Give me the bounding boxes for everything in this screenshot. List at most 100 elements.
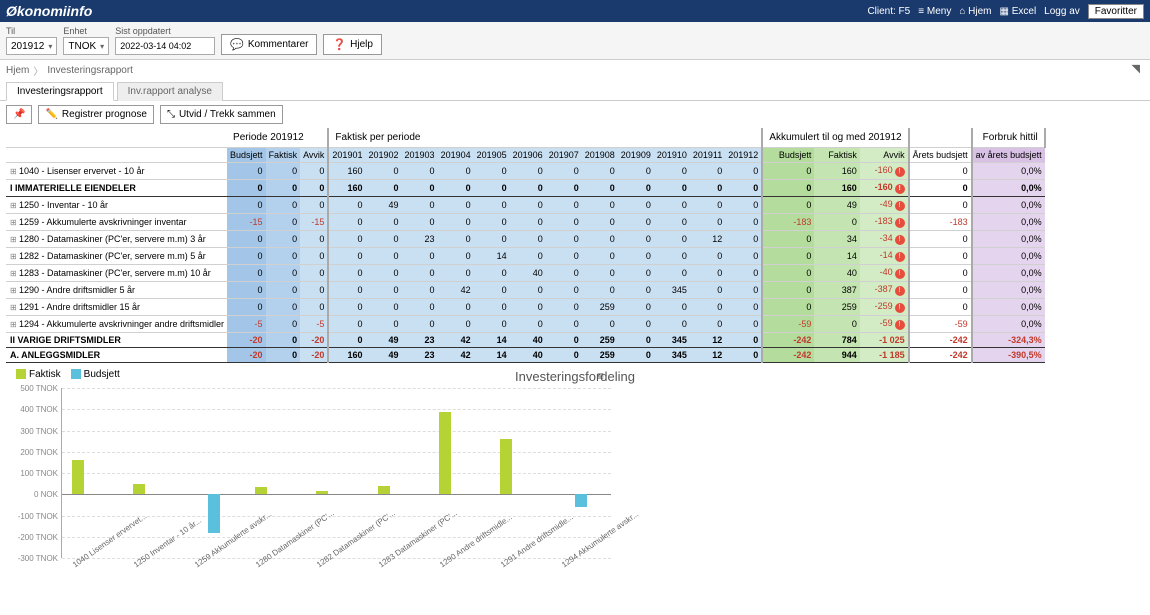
group-forbruk: Forbruk hittil bbox=[972, 128, 1045, 148]
table-row[interactable]: 1291 - Andre driftsmidler 15 år000000000… bbox=[6, 299, 1045, 316]
row-label[interactable]: 1283 - Datamaskiner (PC'er, servere m.m)… bbox=[6, 265, 227, 282]
col-header: 201901 bbox=[328, 148, 365, 163]
alert-dot-icon: ! bbox=[895, 235, 905, 245]
chart-title: Investeringsfordeling bbox=[6, 369, 1144, 384]
pencil-icon: ✏️ bbox=[45, 109, 57, 120]
table-row[interactable]: 1290 - Andre driftsmidler 5 år0000004200… bbox=[6, 282, 1045, 299]
chart-menu-icon[interactable]: ≡ bbox=[597, 369, 604, 383]
breadcrumb-sep: 〉 bbox=[33, 63, 43, 78]
chart-bar[interactable] bbox=[133, 484, 145, 494]
kommentarer-button[interactable]: 💬Kommentarer bbox=[221, 34, 317, 55]
table-row[interactable]: 1259 - Akkumulerte avskrivninger inventa… bbox=[6, 214, 1045, 231]
col-header: 201905 bbox=[474, 148, 510, 163]
list-icon: ≡ bbox=[918, 6, 924, 17]
favorites-button[interactable]: Favoritter bbox=[1088, 4, 1144, 19]
chart-bar[interactable] bbox=[316, 491, 328, 494]
enhet-label: Enhet bbox=[63, 26, 109, 36]
chart-bar[interactable] bbox=[500, 439, 512, 494]
row-label[interactable]: 1282 - Datamaskiner (PC'er, servere m.m)… bbox=[6, 248, 227, 265]
alert-dot-icon: ! bbox=[895, 269, 905, 279]
col-header: 201912 bbox=[725, 148, 762, 163]
investerings-table: Periode 201912 Faktisk per periode Akkum… bbox=[6, 128, 1046, 363]
nav-excel[interactable]: ▦ Excel bbox=[999, 6, 1036, 17]
group-faktisk-per-periode: Faktisk per periode bbox=[328, 128, 762, 148]
legend-faktisk: Faktisk bbox=[16, 369, 61, 380]
row-label[interactable]: 1294 - Akkumulerte avskrivninger andre d… bbox=[6, 316, 227, 333]
breadcrumb-home[interactable]: Hjem bbox=[6, 65, 29, 76]
row-label[interactable]: 1040 - Lisenser ervervet - 10 år bbox=[6, 163, 227, 180]
legend-budsjett: Budsjett bbox=[71, 369, 120, 380]
col-header: av årets budsjett bbox=[972, 148, 1045, 163]
col-header: Avvik bbox=[300, 148, 328, 163]
grid-icon: ▦ bbox=[999, 6, 1008, 17]
table-row[interactable]: 1250 - Inventar - 10 år00004900000000000… bbox=[6, 197, 1045, 214]
alert-dot-icon: ! bbox=[895, 286, 905, 296]
nav-hjem[interactable]: ⌂ Hjem bbox=[959, 6, 991, 17]
col-header: Budsjett bbox=[762, 148, 814, 163]
chart-bar[interactable] bbox=[72, 460, 84, 494]
alert-dot-icon: ! bbox=[895, 184, 905, 194]
col-header: Faktisk bbox=[814, 148, 859, 163]
tab-inv-analyse[interactable]: Inv.rapport analyse bbox=[117, 82, 223, 101]
alert-dot-icon: ! bbox=[895, 252, 905, 262]
table-row[interactable]: A. ANLEGGSMIDLER-200-2016049234214400259… bbox=[6, 348, 1045, 363]
table-row[interactable]: 1294 - Akkumulerte avskrivninger andre d… bbox=[6, 316, 1045, 333]
hjelp-button[interactable]: ❓Hjelp bbox=[323, 34, 382, 55]
row-label[interactable]: II VARIGE DRIFTSMIDLER bbox=[6, 333, 227, 348]
chart-bar[interactable] bbox=[255, 487, 267, 494]
row-label[interactable]: 1250 - Inventar - 10 år bbox=[6, 197, 227, 214]
collapse-panel-icon[interactable]: ◥ bbox=[1132, 62, 1140, 75]
nav-loggav[interactable]: Logg av bbox=[1044, 6, 1080, 17]
row-label[interactable]: 1290 - Andre driftsmidler 5 år bbox=[6, 282, 227, 299]
registrer-prognose-button[interactable]: ✏️Registrer prognose bbox=[38, 105, 154, 124]
help-icon: ❓ bbox=[332, 38, 346, 51]
home-icon: ⌂ bbox=[959, 6, 965, 17]
col-header: 201911 bbox=[690, 148, 725, 163]
til-select[interactable]: 201912 bbox=[6, 37, 57, 55]
col-header: 201903 bbox=[402, 148, 438, 163]
nav-meny[interactable]: ≡ Meny bbox=[918, 6, 951, 17]
row-label[interactable]: I IMMATERIELLE EIENDELER bbox=[6, 180, 227, 197]
group-periode: Periode 201912 bbox=[227, 128, 328, 148]
alert-dot-icon: ! bbox=[895, 201, 905, 211]
pin-button[interactable]: 📌 bbox=[6, 105, 32, 124]
nav-client[interactable]: Client: F5 bbox=[867, 6, 910, 17]
table-row[interactable]: I IMMATERIELLE EIENDELER0001600000000000… bbox=[6, 180, 1045, 197]
row-label[interactable]: A. ANLEGGSMIDLER bbox=[6, 348, 227, 363]
table-row[interactable]: 1280 - Datamaskiner (PC'er, servere m.m)… bbox=[6, 231, 1045, 248]
alert-dot-icon: ! bbox=[895, 303, 905, 313]
col-header: 201904 bbox=[438, 148, 474, 163]
table-row[interactable]: II VARIGE DRIFTSMIDLER-200-2004923421440… bbox=[6, 333, 1045, 348]
row-label[interactable]: 1291 - Andre driftsmidler 15 år bbox=[6, 299, 227, 316]
breadcrumb-report[interactable]: Investeringsrapport bbox=[47, 65, 133, 76]
alert-dot-icon: ! bbox=[895, 320, 905, 330]
col-header: Årets budsjett bbox=[909, 148, 972, 163]
col-header: Faktisk bbox=[266, 148, 301, 163]
col-header bbox=[6, 148, 227, 163]
row-label[interactable]: 1280 - Datamaskiner (PC'er, servere m.m)… bbox=[6, 231, 227, 248]
col-header: Budsjett bbox=[227, 148, 266, 163]
sist-label: Sist oppdatert bbox=[115, 26, 215, 36]
alert-dot-icon: ! bbox=[895, 167, 905, 177]
col-header: 201909 bbox=[618, 148, 654, 163]
app-brand: Økonomiinfo bbox=[6, 3, 92, 19]
row-label[interactable]: 1259 - Akkumulerte avskrivninger inventa… bbox=[6, 214, 227, 231]
tab-investeringsrapport[interactable]: Investeringsrapport bbox=[6, 82, 114, 101]
col-header: 201906 bbox=[510, 148, 546, 163]
col-header: 201910 bbox=[654, 148, 690, 163]
col-header: Avvik bbox=[860, 148, 909, 163]
comment-icon: 💬 bbox=[230, 38, 244, 51]
col-header: 201902 bbox=[365, 148, 401, 163]
sist-oppdatert-field: 2022-03-14 04:02 bbox=[115, 37, 215, 55]
pin-icon: 📌 bbox=[13, 109, 25, 120]
chart-bar[interactable] bbox=[439, 412, 451, 494]
table-row[interactable]: 1282 - Datamaskiner (PC'er, servere m.m)… bbox=[6, 248, 1045, 265]
enhet-select[interactable]: TNOK bbox=[63, 37, 109, 55]
chart-bar[interactable] bbox=[378, 486, 390, 495]
alert-dot-icon: ! bbox=[895, 218, 905, 228]
utvid-trekk-button[interactable]: ⤡Utvid / Trekk sammen bbox=[160, 105, 283, 124]
til-label: Til bbox=[6, 26, 57, 36]
table-row[interactable]: 1040 - Lisenser ervervet - 10 år00016000… bbox=[6, 163, 1045, 180]
table-row[interactable]: 1283 - Datamaskiner (PC'er, servere m.m)… bbox=[6, 265, 1045, 282]
group-akkumulert: Akkumulert til og med 201912 bbox=[762, 128, 908, 148]
